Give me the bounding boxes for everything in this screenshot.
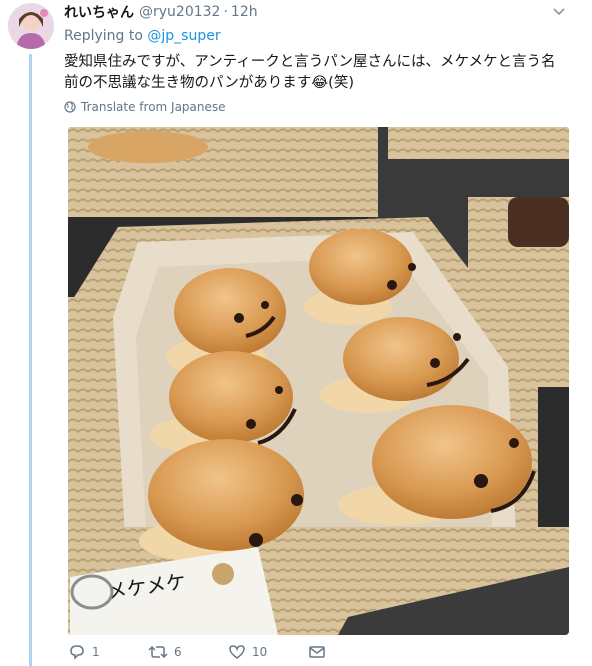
tweet-text: 愛知県住みですが、アンティークと言うパン屋さんには、メケメケと言う名前の不思議な… [64,54,556,91]
user-handle[interactable]: @ryu20132 [139,4,220,20]
display-name[interactable]: れいちゃん [64,2,134,22]
tweet-header: れいちゃん @ryu20132 · 12h [64,2,258,22]
reply-button[interactable]: 1 [68,644,100,660]
thread-line [29,54,32,666]
like-count: 10 [252,645,268,659]
like-button[interactable]: 10 [228,644,267,660]
reply-icon [70,645,84,660]
message-icon [309,646,325,658]
chevron-down-icon[interactable] [552,4,566,18]
retweet-icon [148,645,168,659]
avatar[interactable] [8,3,54,49]
timestamp[interactable]: 12h [231,4,258,20]
reply-count: 1 [92,645,100,659]
translate-label: Translate from Japanese [81,100,226,114]
tweet-photo[interactable]: メケメケ [68,127,569,635]
message-button[interactable] [308,644,326,660]
like-icon [229,645,245,659]
replying-to-link[interactable]: @jp_super [147,28,220,44]
replying-label: Replying to [64,28,143,44]
translate-link[interactable]: Translate from Japanese [64,100,226,114]
globe-icon [64,101,76,113]
replying-to: Replying to @jp_super [64,28,221,44]
separator: · [223,4,228,20]
tweet-actions: 1 6 10 [64,644,364,666]
retweet-count: 6 [174,645,182,659]
retweet-button[interactable]: 6 [148,644,182,660]
